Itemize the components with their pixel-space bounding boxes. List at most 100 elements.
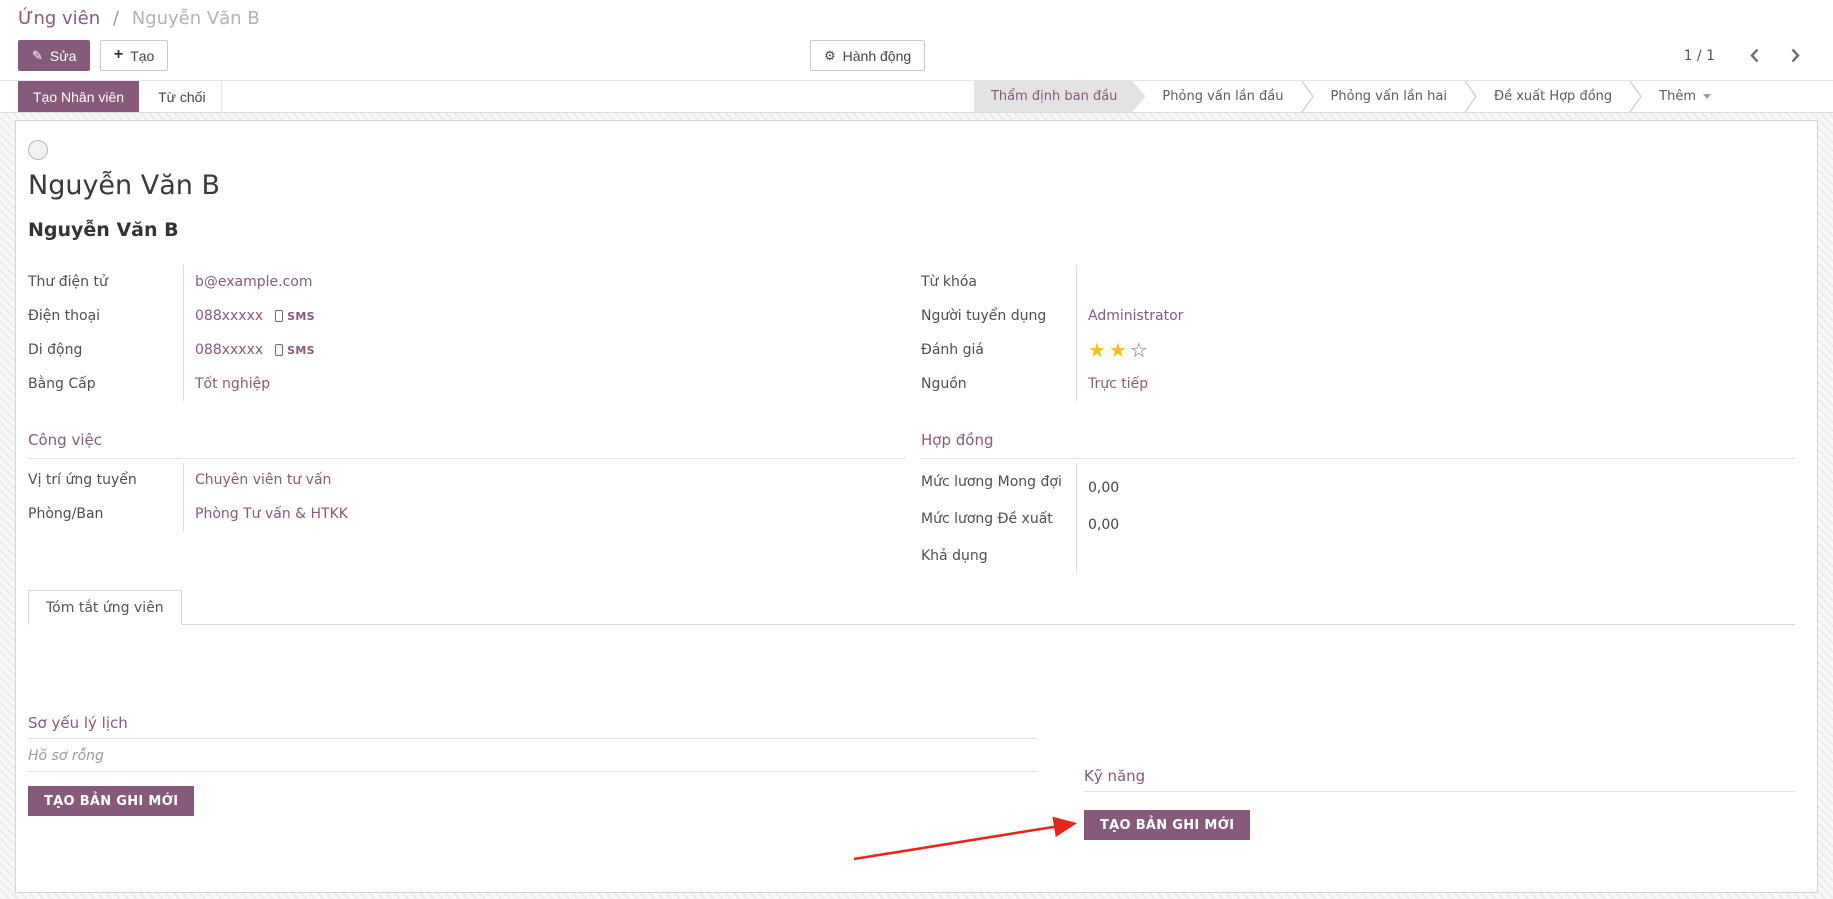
sms-button[interactable]: SMS (275, 344, 315, 357)
notebook-tabbar: Tóm tắt ứng viên (28, 590, 1795, 625)
degree-label: Bằng Cấp (28, 367, 184, 401)
sms-label: SMS (287, 310, 315, 323)
phone-value[interactable]: 088xxxxx (195, 308, 263, 324)
stage-more-dropdown[interactable]: Thêm (1642, 81, 1728, 112)
breadcrumb-parent-link[interactable]: Ứng viên (18, 8, 100, 29)
star-filled-icon[interactable]: ★ (1109, 338, 1130, 362)
gear-icon: ⚙ (824, 49, 836, 62)
edit-button[interactable]: ✎ Sửa (18, 40, 90, 71)
chevron-down-icon (1703, 94, 1711, 99)
stage-phong-van-lan-hai[interactable]: Phỏng vấn lần hai (1314, 81, 1464, 112)
applied-job-label: Vị trí ứng tuyển (28, 463, 184, 497)
email-value[interactable]: b@example.com (195, 274, 313, 290)
action-button-label: Hành động (843, 48, 912, 64)
plus-icon: + (114, 47, 123, 63)
field-row-tags: Từ khóa (921, 265, 1795, 299)
breadcrumb-current: Nguyễn Văn B (132, 8, 260, 29)
kanban-state-circle[interactable] (28, 140, 48, 160)
stage-pipeline: Thẩm định ban đầu Phỏng vấn lần đầu Phỏn… (974, 81, 1728, 112)
star-filled-icon[interactable]: ★ (1088, 338, 1109, 362)
resume-section: Sơ yếu lý lịch Hồ sơ rỗng TẠO BẢN GHI MỚ… (28, 712, 1038, 816)
refuse-button[interactable]: Từ chối (143, 81, 222, 112)
sheet-background: Nguyễn Văn B Nguyễn Văn B Thư điện tử b@… (0, 113, 1833, 899)
field-row-email: Thư điện tử b@example.com (28, 265, 906, 299)
bottom-field-group: Công việc Vị trí ứng tuyển Chuyên viên t… (28, 429, 1795, 574)
department-label: Phòng/Ban (28, 497, 184, 531)
create-button[interactable]: + Tạo (100, 40, 168, 71)
mobile-phone-icon (275, 310, 283, 322)
department-value[interactable]: Phòng Tư vấn & HTKK (195, 506, 348, 522)
field-row-applied-job: Vị trí ứng tuyển Chuyên viên tư vấn (28, 463, 906, 497)
tags-value (1077, 265, 1088, 299)
stage-tham-dinh-ban-dau[interactable]: Thẩm định ban đầu (974, 81, 1145, 112)
availability-label: Khả dụng (921, 537, 1077, 574)
resume-create-record-button[interactable]: TẠO BẢN GHI MỚI (28, 786, 194, 816)
email-label: Thư điện tử (28, 265, 184, 299)
star-empty-icon[interactable]: ☆ (1130, 338, 1151, 362)
field-row-department: Phòng/Ban Phòng Tư vấn & HTKK (28, 497, 906, 531)
stage-separator-icon (1629, 81, 1642, 112)
field-row-availability: Khả dụng (921, 537, 1795, 574)
rating-stars[interactable]: ★★☆ (1088, 340, 1151, 360)
stage-more-label: Thêm (1659, 89, 1696, 104)
sms-button[interactable]: SMS (275, 310, 315, 323)
tab-application-summary[interactable]: Tóm tắt ứng viên (28, 590, 182, 625)
job-section-title: Công việc (28, 429, 906, 459)
phone-label: Điện thoại (28, 299, 184, 333)
applied-job-value[interactable]: Chuyên viên tư vấn (195, 472, 331, 488)
stage-phong-van-lan-dau[interactable]: Phỏng vấn lần đầu (1145, 81, 1300, 112)
resume-empty-placeholder: Hồ sơ rỗng (28, 739, 1038, 772)
pager: 1 / 1 (1684, 40, 1805, 71)
job-section: Công việc Vị trí ứng tuyển Chuyên viên t… (28, 429, 906, 531)
recruiter-value[interactable]: Administrator (1088, 308, 1183, 324)
skills-section-title: Kỹ năng (1084, 765, 1795, 792)
availability-value (1077, 537, 1088, 574)
tags-label: Từ khóa (921, 265, 1077, 299)
degree-value[interactable]: Tốt nghiệp (195, 376, 270, 392)
action-button[interactable]: ⚙ Hành động (810, 40, 925, 71)
pager-value: 1 / 1 (1684, 48, 1715, 64)
breadcrumb-separator: / (113, 8, 119, 29)
source-label: Nguồn (921, 367, 1077, 401)
mobile-phone-icon (275, 344, 283, 356)
field-row-rating: Đánh giá ★★☆ (921, 333, 1795, 367)
field-row-expected-salary: Mức lương Mong đợi 0,00 (921, 463, 1795, 500)
form-sheet: Nguyễn Văn B Nguyễn Văn B Thư điện tử b@… (15, 120, 1818, 893)
resume-section-title: Sơ yếu lý lịch (28, 712, 1038, 739)
mobile-label: Di động (28, 333, 184, 367)
record-title: Nguyễn Văn B (28, 170, 1795, 201)
pager-next-icon[interactable] (1786, 46, 1805, 65)
control-panel: Ứng viên / Nguyễn Văn B ✎ Sửa + Tạo ⚙ Hà… (0, 0, 1833, 71)
expected-salary-label: Mức lương Mong đợi (921, 463, 1077, 500)
meta-fields-column: Từ khóa Người tuyển dụng Administrator Đ… (921, 265, 1795, 401)
stage-separator-icon (1301, 81, 1314, 112)
field-row-source: Nguồn Trực tiếp (921, 367, 1795, 401)
field-row-mobile: Di động 088xxxxx SMS (28, 333, 906, 367)
contract-section: Hợp đồng Mức lương Mong đợi 0,00 Mức lươ… (921, 429, 1795, 574)
pencil-icon: ✎ (32, 49, 43, 62)
create-employee-button[interactable]: Tạo Nhân viên (18, 81, 139, 112)
field-row-recruiter: Người tuyển dụng Administrator (921, 299, 1795, 333)
skills-create-record-button[interactable]: TẠO BẢN GHI MỚI (1084, 810, 1250, 840)
create-button-label: Tạo (130, 48, 154, 64)
source-value[interactable]: Trực tiếp (1088, 376, 1148, 392)
pager-previous-icon[interactable] (1745, 46, 1764, 65)
record-subtitle: Nguyễn Văn B (28, 219, 1795, 241)
contract-section-title: Hợp đồng (921, 429, 1795, 459)
recruiter-label: Người tuyển dụng (921, 299, 1077, 333)
stage-de-xuat-hop-dong[interactable]: Đề xuất Hợp đồng (1477, 81, 1629, 112)
field-row-degree: Bằng Cấp Tốt nghiệp (28, 367, 906, 401)
toolbar: ✎ Sửa + Tạo ⚙ Hành động 1 / 1 (18, 40, 1817, 71)
mobile-value[interactable]: 088xxxxx (195, 342, 263, 358)
stage-separator-icon (1464, 81, 1477, 112)
expected-salary-value: 0,00 (1077, 463, 1119, 500)
contact-fields-column: Thư điện tử b@example.com Điện thoại 088… (28, 265, 906, 401)
rating-label: Đánh giá (921, 333, 1077, 367)
edit-button-label: Sửa (50, 48, 77, 64)
tab-content: Sơ yếu lý lịch Hồ sơ rỗng TẠO BẢN GHI MỚ… (28, 625, 1795, 840)
breadcrumb: Ứng viên / Nguyễn Văn B (18, 6, 1817, 32)
proposed-salary-value: 0,00 (1077, 500, 1119, 537)
field-row-phone: Điện thoại 088xxxxx SMS (28, 299, 906, 333)
top-field-group: Thư điện tử b@example.com Điện thoại 088… (28, 265, 1795, 401)
field-row-proposed-salary: Mức lương Đề xuất 0,00 (921, 500, 1795, 537)
